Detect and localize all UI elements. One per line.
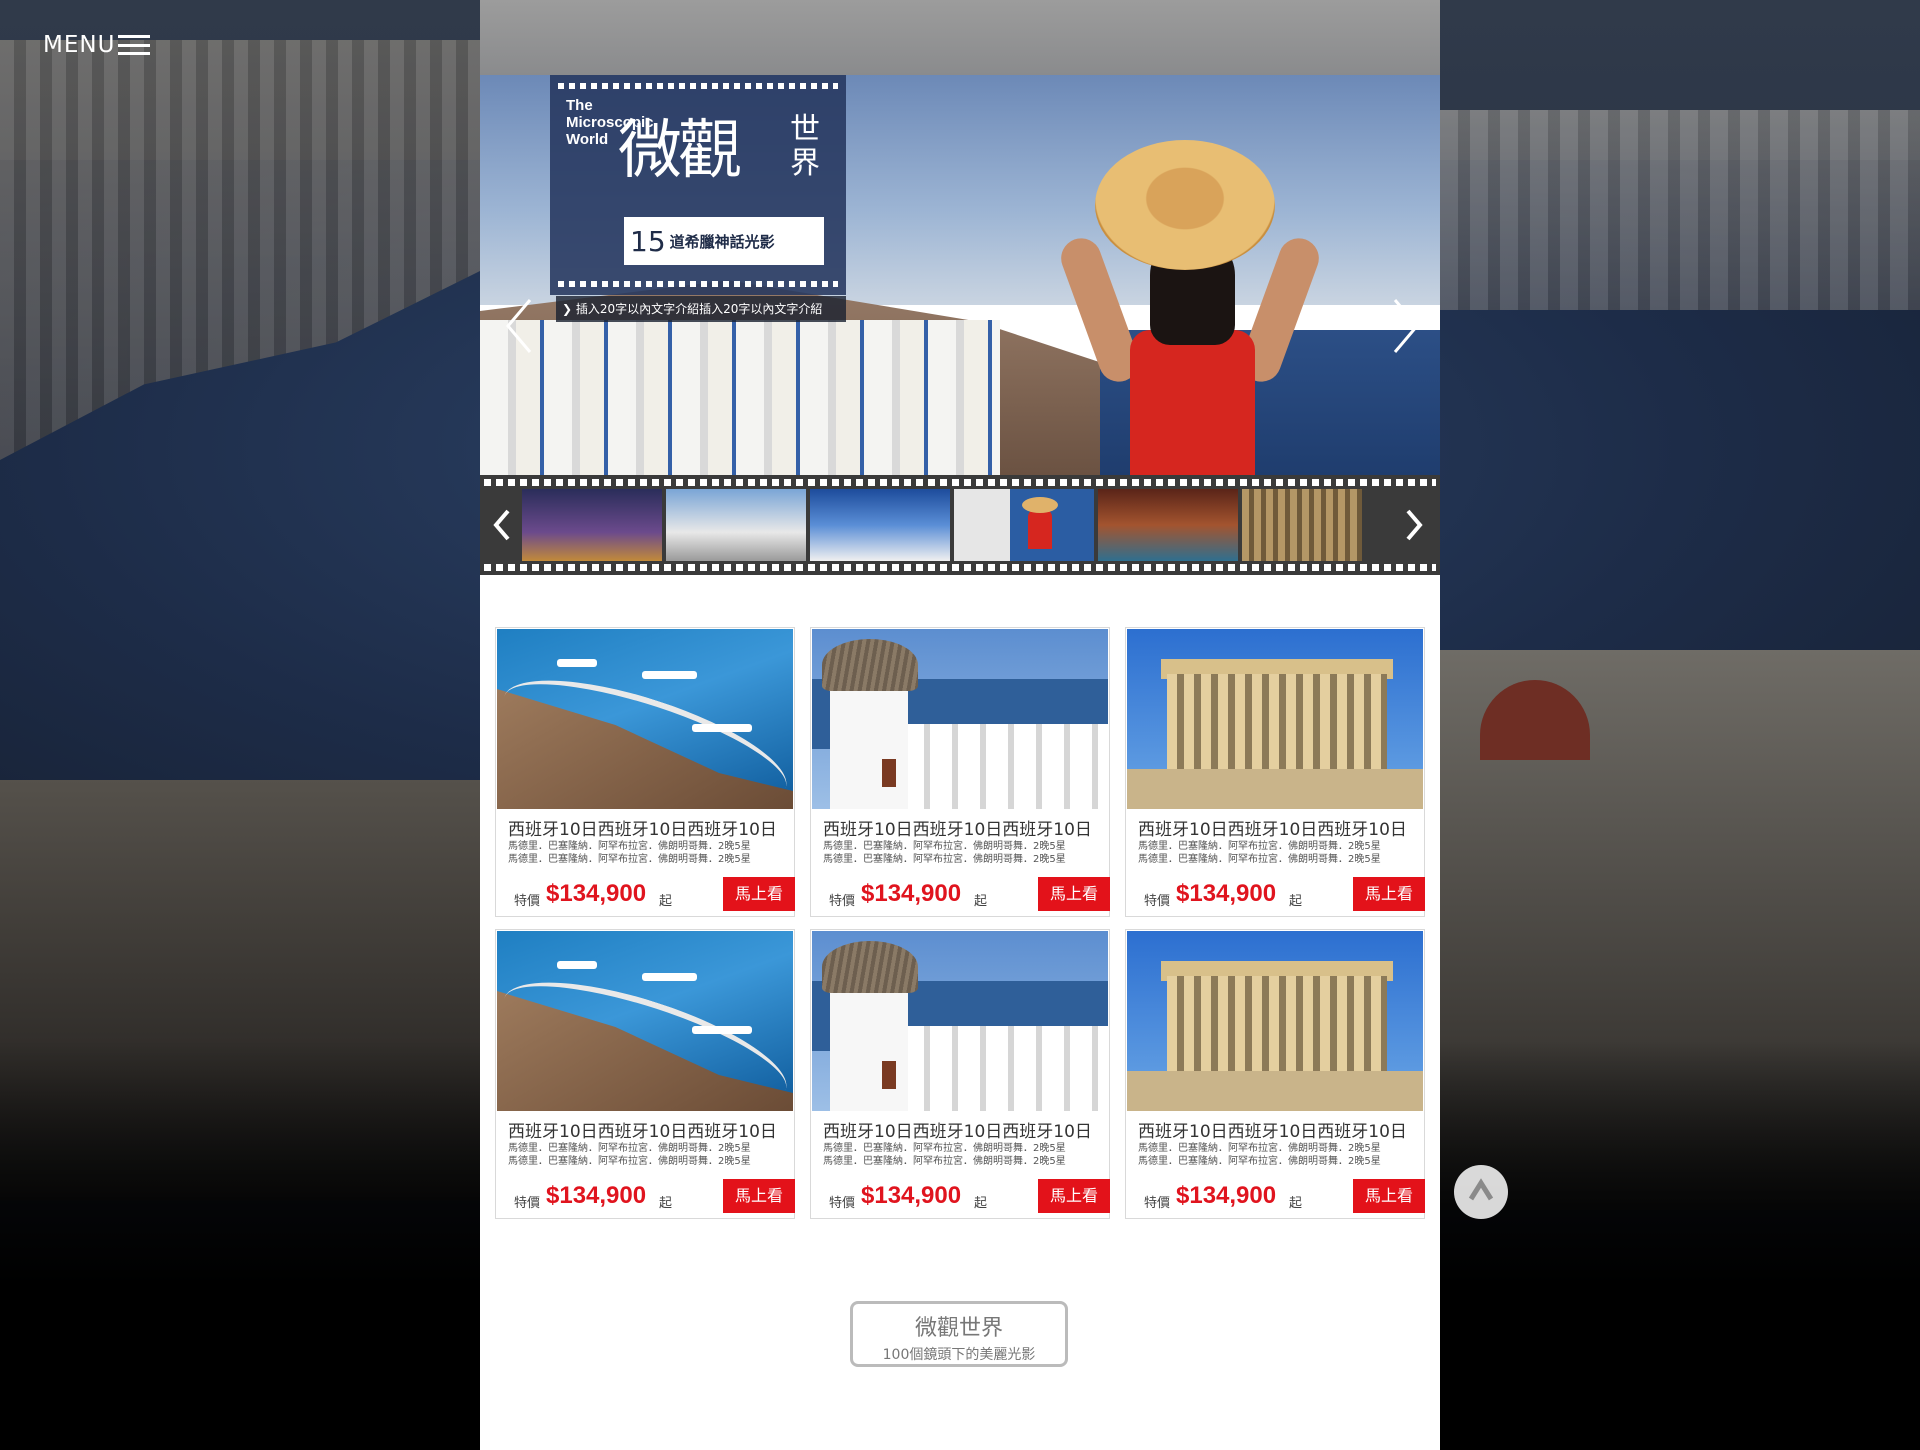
product-title[interactable]: 西班牙10日西班牙10日西班牙10日 xyxy=(823,815,1092,840)
product-card[interactable]: 西班牙10日西班牙10日西班牙10日 馬德里．巴塞隆納．阿罕布拉宮．佛朗明哥舞．… xyxy=(1125,627,1425,917)
view-now-button[interactable]: 馬上看 xyxy=(723,877,795,911)
hero-top-band xyxy=(480,0,1440,75)
filmstrip-prev-button[interactable] xyxy=(490,505,516,545)
product-card[interactable]: 西班牙10日西班牙10日西班牙10日 馬德里．巴塞隆納．阿罕布拉宮．佛朗明哥舞．… xyxy=(810,929,1110,1219)
microscopic-world-button-title: 微觀世界 xyxy=(914,1316,1003,1341)
product-title[interactable]: 西班牙10日西班牙10日西班牙10日 xyxy=(508,1117,777,1142)
hero-woman-image xyxy=(1035,140,1395,475)
thumbnail-temple-columns[interactable] xyxy=(1242,489,1362,561)
thumbnail-white-church[interactable] xyxy=(666,489,806,561)
price-label: 特價 xyxy=(829,894,856,909)
product-description: 馬德里．巴塞隆納．阿罕布拉宮．佛朗明哥舞．2晚5星 馬德里．巴塞隆納．阿罕布拉宮．… xyxy=(823,1143,1066,1167)
hero-title-box: The Microscopic World 微觀 世界 15 道希臘神話光影 xyxy=(550,75,846,295)
view-now-button[interactable]: 馬上看 xyxy=(1353,1179,1425,1213)
product-card[interactable]: 西班牙10日西班牙10日西班牙10日 馬德里．巴塞隆納．阿罕布拉宮．佛朗明哥舞．… xyxy=(1125,929,1425,1219)
product-photo-parthenon[interactable] xyxy=(1127,629,1423,809)
price-suffix: 起 xyxy=(1289,1196,1303,1211)
caption-chevron-icon: ❯ xyxy=(562,302,576,316)
price-suffix: 起 xyxy=(974,1196,988,1211)
product-card[interactable]: 西班牙10日西班牙10日西班牙10日 馬德里．巴塞隆納．阿罕布拉宮．佛朗明哥舞．… xyxy=(495,627,795,917)
product-description: 馬德里．巴塞隆納．阿罕布拉宮．佛朗明哥舞．2晚5星 馬德里．巴塞隆納．阿罕布拉宮．… xyxy=(1138,841,1381,865)
chevron-right-icon xyxy=(1393,299,1419,353)
price-suffix: 起 xyxy=(1289,894,1303,909)
content-column: The Microscopic World 微觀 世界 15 道希臘神話光影 ❯… xyxy=(480,0,1440,1450)
product-title[interactable]: 西班牙10日西班牙10日西班牙10日 xyxy=(823,1117,1092,1142)
hero-village xyxy=(480,320,1000,475)
thumbnail-night-city[interactable] xyxy=(522,489,662,561)
back-to-top-button[interactable] xyxy=(1454,1165,1508,1219)
price-suffix: 起 xyxy=(659,1196,673,1211)
price-label: 特價 xyxy=(1144,894,1171,909)
thumbnail-red-dress-woman[interactable] xyxy=(954,489,1094,561)
view-now-button[interactable]: 馬上看 xyxy=(1038,877,1110,911)
product-photo-stairs[interactable] xyxy=(497,931,793,1111)
background-town-right xyxy=(1440,110,1920,310)
product-description: 馬德里．巴塞隆納．阿罕布拉宮．佛朗明哥舞．2晚5星 馬德里．巴塞隆納．阿罕布拉宮．… xyxy=(823,841,1066,865)
chevron-left-icon xyxy=(493,509,510,541)
product-photo-windmill[interactable] xyxy=(812,629,1108,809)
view-now-button[interactable]: 馬上看 xyxy=(1353,877,1425,911)
hero-subtitle: 15 道希臘神話光影 xyxy=(624,217,824,265)
hero-prev-button[interactable] xyxy=(500,296,540,356)
product-title[interactable]: 西班牙10日西班牙10日西班牙10日 xyxy=(508,815,777,840)
view-now-button[interactable]: 馬上看 xyxy=(723,1179,795,1213)
hero-next-button[interactable] xyxy=(1385,296,1425,356)
menu-button[interactable]: MENU xyxy=(43,32,151,58)
microscopic-world-button-subtitle: 100個鏡頭下的美麗光影 xyxy=(882,1347,1036,1363)
product-photo-windmill[interactable] xyxy=(812,931,1108,1111)
hero-subtitle-number: 15 xyxy=(630,224,666,258)
thumbnail-filmstrip xyxy=(480,475,1440,575)
hero-caption[interactable]: ❯ 插入20字以內文字介紹插入20字以內文字介紹 xyxy=(556,296,846,322)
product-description: 馬德里．巴塞隆納．阿罕布拉宮．佛朗明哥舞．2晚5星 馬德里．巴塞隆納．阿罕布拉宮．… xyxy=(1138,1143,1381,1167)
hero-banner: The Microscopic World 微觀 世界 15 道希臘神話光影 ❯… xyxy=(480,0,1440,475)
product-price: $134,900 xyxy=(861,880,962,907)
thumbnail-rocky-coast[interactable] xyxy=(1098,489,1238,561)
hero-subtitle-text: 道希臘神話光影 xyxy=(669,232,775,251)
product-price: $134,900 xyxy=(1176,1182,1277,1209)
product-price: $134,900 xyxy=(546,1182,647,1209)
price-label: 特價 xyxy=(1144,1196,1171,1211)
thumbnail-blue-dome[interactable] xyxy=(810,489,950,561)
background-dome xyxy=(1480,680,1590,760)
hamburger-icon xyxy=(118,35,151,55)
product-photo-parthenon[interactable] xyxy=(1127,931,1423,1111)
filmstrip-next-button[interactable] xyxy=(1400,505,1426,545)
product-card[interactable]: 西班牙10日西班牙10日西班牙10日 馬德里．巴塞隆納．阿罕布拉宮．佛朗明哥舞．… xyxy=(810,627,1110,917)
product-title[interactable]: 西班牙10日西班牙10日西班牙10日 xyxy=(1138,815,1407,840)
product-title[interactable]: 西班牙10日西班牙10日西班牙10日 xyxy=(1138,1117,1407,1142)
price-label: 特價 xyxy=(829,1196,856,1211)
product-photo-stairs[interactable] xyxy=(497,629,793,809)
product-price: $134,900 xyxy=(861,1182,962,1209)
menu-label: MENU xyxy=(43,32,116,58)
product-description: 馬德里．巴塞隆納．阿罕布拉宮．佛朗明哥舞．2晚5星 馬德里．巴塞隆納．阿罕布拉宮．… xyxy=(508,841,751,865)
product-price: $134,900 xyxy=(1176,880,1277,907)
product-description: 馬德里．巴塞隆納．阿罕布拉宮．佛朗明哥舞．2晚5星 馬德里．巴塞隆納．阿罕布拉宮．… xyxy=(508,1143,751,1167)
product-price: $134,900 xyxy=(546,880,647,907)
microscopic-world-button[interactable]: 微觀世界 100個鏡頭下的美麗光影 xyxy=(850,1301,1068,1367)
hero-title-cn-small: 世界 xyxy=(790,112,820,181)
chevron-right-icon xyxy=(1406,509,1423,541)
arrow-up-icon xyxy=(1468,1178,1494,1201)
chevron-left-icon xyxy=(506,299,532,353)
price-suffix: 起 xyxy=(974,894,988,909)
price-suffix: 起 xyxy=(659,894,673,909)
hero-title-cn: 微觀 xyxy=(618,114,742,188)
price-label: 特價 xyxy=(514,894,541,909)
view-now-button[interactable]: 馬上看 xyxy=(1038,1179,1110,1213)
price-label: 特價 xyxy=(514,1196,541,1211)
product-card[interactable]: 西班牙10日西班牙10日西班牙10日 馬德里．巴塞隆納．阿罕布拉宮．佛朗明哥舞．… xyxy=(495,929,795,1219)
hero-caption-text: 插入20字以內文字介紹插入20字以內文字介紹 xyxy=(575,302,823,316)
